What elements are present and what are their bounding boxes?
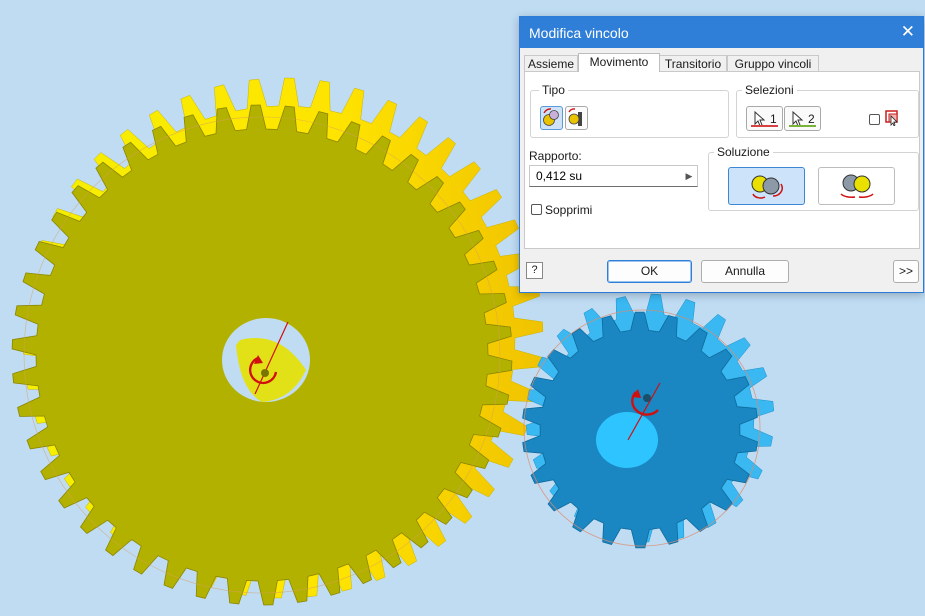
soluzione-label: Soluzione <box>714 145 773 159</box>
annulla-button[interactable]: Annulla <box>701 260 789 283</box>
rotation-translation-icon <box>568 108 582 126</box>
selection-2-color-bar <box>789 125 816 127</box>
tipo-rotation-translation-button[interactable] <box>565 106 588 130</box>
large-gear[interactable] <box>11 77 544 606</box>
sopprimi-checkbox[interactable] <box>531 204 542 215</box>
dialog-title: Modifica vincolo <box>529 25 629 41</box>
tab-assieme[interactable]: Assieme <box>524 55 578 71</box>
dialog-titlebar[interactable]: Modifica vincolo ✕ <box>520 17 923 48</box>
selection-1-button[interactable]: 1 <box>746 106 783 131</box>
rotation-rotation-icon <box>543 108 559 126</box>
reverse-rotation-icon <box>840 174 874 198</box>
ok-button[interactable]: OK <box>607 260 692 283</box>
tipo-rotation-rotation-button[interactable] <box>540 106 563 130</box>
rapporto-label: Rapporto: <box>529 149 582 163</box>
selezioni-label: Selezioni <box>742 83 797 97</box>
small-gear-bore <box>596 412 658 468</box>
tab-gruppo-vincoli[interactable]: Gruppo vincoli <box>727 55 819 71</box>
small-gear[interactable] <box>522 293 775 549</box>
more-button[interactable]: >> <box>893 260 919 283</box>
selection-1-color-bar <box>751 125 778 127</box>
select-other-icon[interactable] <box>884 110 900 126</box>
solution-forward-button[interactable] <box>728 167 805 205</box>
sopprimi-label: Sopprimi <box>545 203 593 217</box>
close-icon[interactable]: ✕ <box>901 22 915 42</box>
forward-rotation-icon <box>751 175 783 199</box>
tab-movimento[interactable]: Movimento <box>578 53 660 72</box>
tab-transitorio[interactable]: Transitorio <box>659 55 727 71</box>
solution-reverse-button[interactable] <box>818 167 895 205</box>
selection-1-label: 1 <box>770 112 777 126</box>
select-other-checkbox[interactable] <box>869 114 880 125</box>
selection-2-button[interactable]: 2 <box>784 106 821 131</box>
tipo-label: Tipo <box>539 83 568 97</box>
rapporto-input[interactable] <box>529 165 698 187</box>
modifica-vincolo-dialog: Modifica vincolo ✕ Assieme Movimento Tra… <box>519 16 924 293</box>
help-icon[interactable]: ? <box>526 262 543 279</box>
selection-2-label: 2 <box>808 112 815 126</box>
rapporto-arrow-icon[interactable]: ▶ <box>680 165 698 187</box>
